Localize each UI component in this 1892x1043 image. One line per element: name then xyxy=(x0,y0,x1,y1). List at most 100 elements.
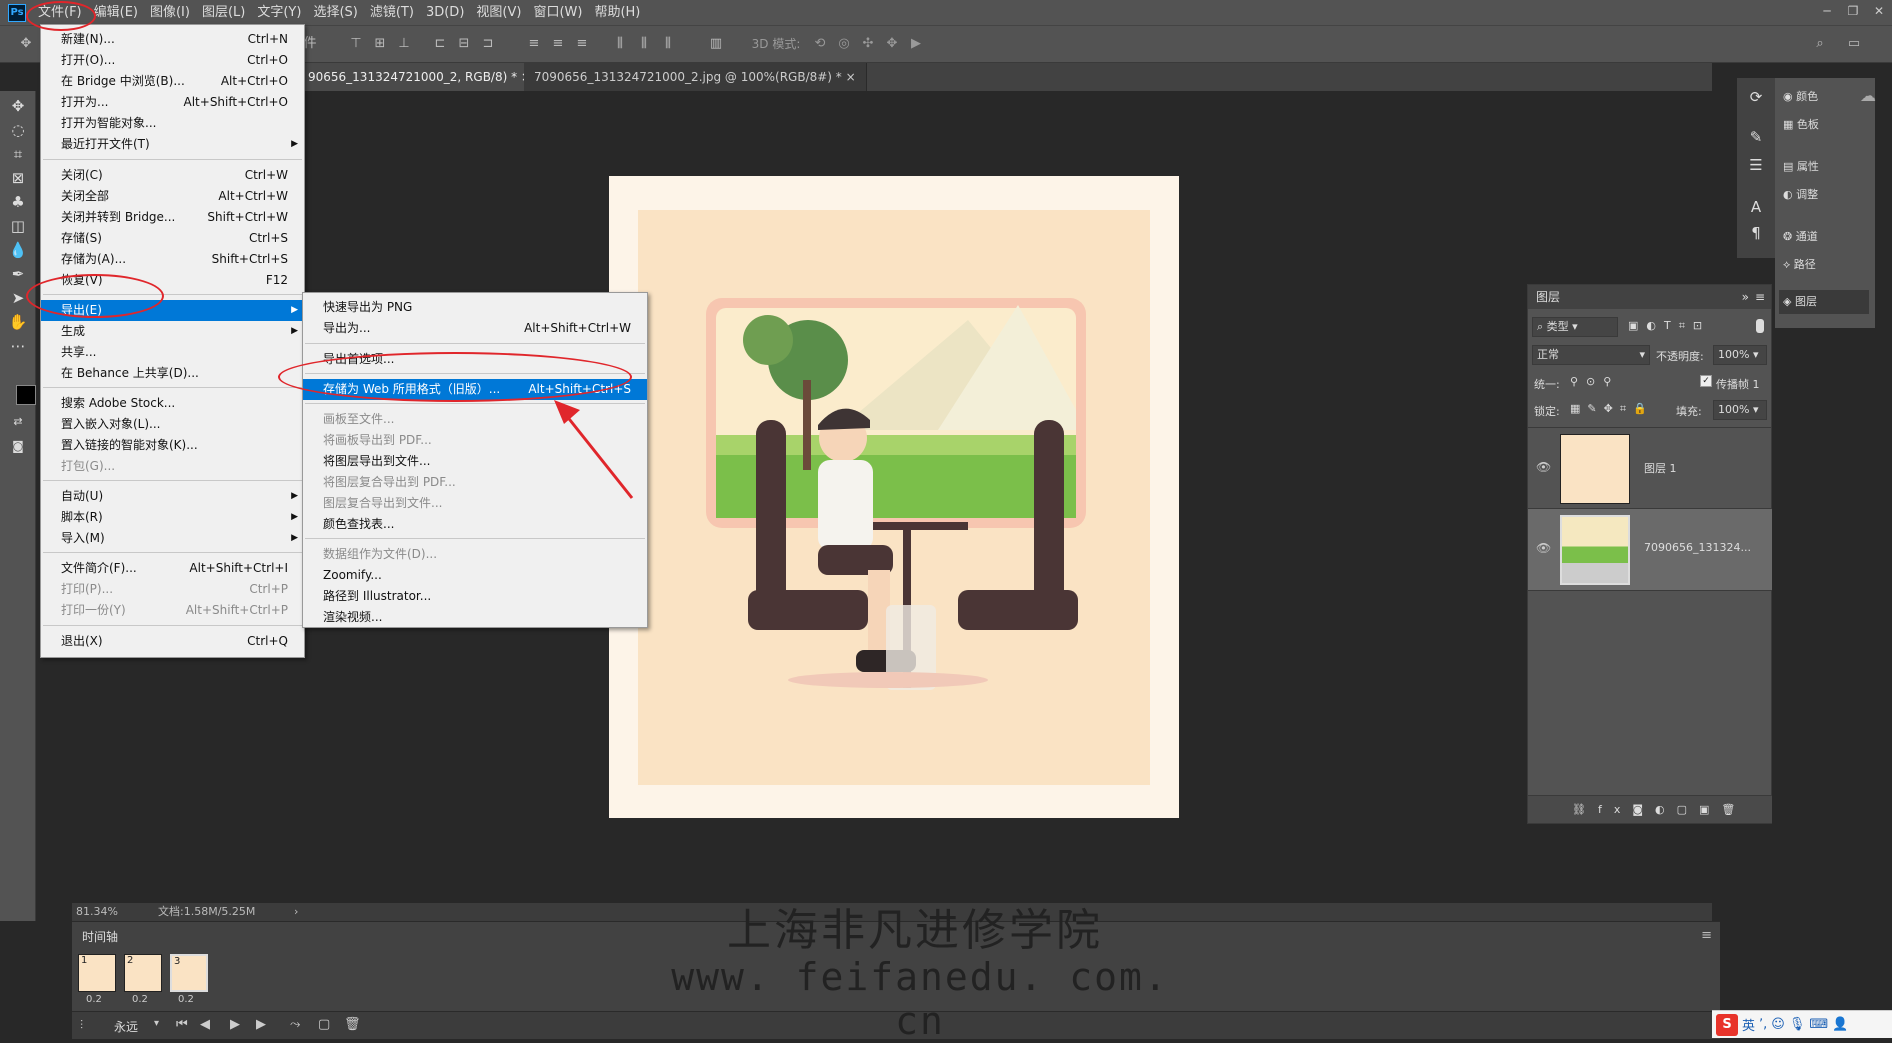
ime-mic-icon[interactable]: 🎙 xyxy=(1789,1017,1806,1032)
frame-delay[interactable]: 0.2 xyxy=(178,994,194,1005)
collapse-icon[interactable]: » xyxy=(1742,285,1749,309)
frame-delay[interactable]: 0.2 xyxy=(86,994,102,1005)
tab-document-2[interactable]: 7090656_131324721000_2.jpg @ 100%(RGB/8#… xyxy=(524,63,867,91)
play-icon[interactable]: ▶ xyxy=(230,1017,240,1032)
file-menu-item-20[interactable]: 自动(U) ▶ xyxy=(41,486,304,507)
ime-punct-icon[interactable]: ʼ, xyxy=(1759,1017,1767,1032)
menu-9[interactable]: 窗口(W) xyxy=(527,0,588,25)
prev-frame-icon[interactable]: ◀ xyxy=(200,1017,210,1032)
panel-swatches[interactable]: ▦ 色板 xyxy=(1783,116,1819,132)
workspace-icon[interactable]: ▭ xyxy=(1846,36,1862,52)
file-menu-item-6[interactable]: 关闭(C) Ctrl+W xyxy=(41,165,304,186)
file-menu-item-21[interactable]: 脚本(R) ▶ xyxy=(41,507,304,528)
align-bottom-icon[interactable]: ⊥ xyxy=(396,36,412,52)
menu-3[interactable]: 图层(L) xyxy=(196,0,251,25)
export-menu-item-11[interactable]: Zoomify... xyxy=(303,565,647,586)
lock-icons[interactable]: ▦✎✥⌗🔒 xyxy=(1570,402,1654,416)
export-menu-item-10[interactable]: 数据组作为文件(D)... xyxy=(303,544,647,565)
creative-cloud-icon[interactable]: ☁ xyxy=(1860,86,1876,105)
file-menu-item-9[interactable]: 存储(S) Ctrl+S xyxy=(41,228,304,249)
layer-row-2[interactable]: 👁 7090656_131324... xyxy=(1528,509,1772,591)
file-menu-item-0[interactable]: 新建(N)... Ctrl+N xyxy=(41,29,304,50)
eye-icon[interactable]: 👁 xyxy=(1536,541,1551,555)
3d-rotate-icon[interactable]: ⟲ xyxy=(812,36,828,52)
pen-tool-icon[interactable]: ✒ xyxy=(6,263,30,285)
file-menu-item-19[interactable]: 打包(G)... xyxy=(41,456,304,477)
file-menu-item-18[interactable]: 置入链接的智能对象(K)... xyxy=(41,435,304,456)
next-frame-icon[interactable]: ▶ xyxy=(256,1017,266,1032)
file-menu-item-15[interactable]: 在 Behance 上共享(D)... xyxy=(41,363,304,384)
3d-slide-icon[interactable]: ✥ xyxy=(884,36,900,52)
opacity-input[interactable]: 100% ▾ xyxy=(1713,345,1767,365)
unify-icons[interactable]: ⚲⊙⚲ xyxy=(1570,375,1619,388)
menu-8[interactable]: 视图(V) xyxy=(470,0,527,25)
distribute-left-icon[interactable]: ⫼ xyxy=(612,36,628,52)
file-menu-item-14[interactable]: 共享... xyxy=(41,342,304,363)
auto-align-icon[interactable]: ▥ xyxy=(708,36,724,52)
search-icon[interactable]: ⌕ xyxy=(1812,36,1828,52)
lasso-tool-icon[interactable]: ◌ xyxy=(6,119,30,141)
sogou-logo-icon[interactable]: S xyxy=(1716,1013,1738,1036)
file-menu-item-2[interactable]: 在 Bridge 中浏览(B)... Alt+Ctrl+O xyxy=(41,71,304,92)
layers-footer-icons[interactable]: ⛓fx◙◐▢▣🗑 xyxy=(1572,803,1747,816)
distribute-bottom-icon[interactable]: ≡ xyxy=(574,36,590,52)
align-vcenter-icon[interactable]: ⊞ xyxy=(372,36,388,52)
frame-tool-icon[interactable]: ⊠ xyxy=(6,167,30,189)
hand-tool-icon[interactable]: ✋ xyxy=(6,311,30,333)
export-menu-item-13[interactable]: 渲染视频... xyxy=(303,607,647,628)
ime-keyboard-icon[interactable]: ⌨ xyxy=(1809,1017,1828,1032)
ime-language[interactable]: 英 xyxy=(1742,1015,1755,1034)
more-tools-icon[interactable]: ⋯ xyxy=(6,335,30,357)
menu-6[interactable]: 滤镜(T) xyxy=(364,0,420,25)
brush-presets-icon[interactable]: ☰ xyxy=(1744,154,1768,176)
file-menu-item-25[interactable]: 打印一份(Y) Alt+Shift+Ctrl+P xyxy=(41,600,304,621)
chevron-down-icon[interactable]: ▾ xyxy=(154,1018,159,1029)
menu-10[interactable]: 帮助(H) xyxy=(588,0,646,25)
duplicate-frame-icon[interactable]: ▢ xyxy=(318,1017,330,1032)
tween-icon[interactable]: ⤳ xyxy=(290,1017,300,1032)
restore-icon[interactable]: ❐ xyxy=(1840,0,1866,22)
move-tool-icon[interactable]: ✥ xyxy=(18,36,34,52)
align-top-icon[interactable]: ⊤ xyxy=(348,36,364,52)
ime-user-icon[interactable]: 👤 xyxy=(1832,1017,1848,1032)
first-frame-icon[interactable]: ⏮ xyxy=(176,1017,188,1032)
menu-2[interactable]: 图像(I) xyxy=(144,0,196,25)
history-icon[interactable]: ⟳ xyxy=(1744,86,1768,108)
file-menu-item-23[interactable]: 文件简介(F)... Alt+Shift+Ctrl+I xyxy=(41,558,304,579)
3d-roll-icon[interactable]: ◎ xyxy=(836,36,852,52)
distribute-vcenter-icon[interactable]: ≡ xyxy=(550,36,566,52)
export-menu-item-12[interactable]: 路径到 Illustrator... xyxy=(303,586,647,607)
file-menu-item-7[interactable]: 关闭全部 Alt+Ctrl+W xyxy=(41,186,304,207)
quick-mask-icon[interactable]: ◙ xyxy=(6,435,30,457)
distribute-hcenter-icon[interactable]: ⫼ xyxy=(636,36,652,52)
panel-layers[interactable]: ◈ 图层 xyxy=(1779,290,1869,314)
filter-icons[interactable]: ▣◐T⌗⊡ xyxy=(1628,319,1710,333)
timeline-frame[interactable]: 2 xyxy=(124,954,162,992)
timeline-frame[interactable]: 3 xyxy=(170,954,208,992)
eye-icon[interactable]: 👁 xyxy=(1536,460,1551,474)
menu-5[interactable]: 选择(S) xyxy=(307,0,363,25)
panel-color[interactable]: ◉ 颜色 xyxy=(1783,88,1818,104)
close-icon[interactable]: ✕ xyxy=(1866,0,1892,22)
file-menu-item-24[interactable]: 打印(P)... Ctrl+P xyxy=(41,579,304,600)
3d-drag-icon[interactable]: ✣ xyxy=(860,36,876,52)
move-tool-icon[interactable]: ✥ xyxy=(6,95,30,117)
ime-emoji-icon[interactable]: ☺ xyxy=(1771,1017,1785,1032)
tab-close-icon[interactable]: × xyxy=(846,70,856,84)
character-icon[interactable]: A xyxy=(1744,196,1768,218)
distribute-right-icon[interactable]: ⫼ xyxy=(660,36,676,52)
convert-timeline-icon[interactable]: ⫶ xyxy=(80,1018,83,1033)
file-menu-item-26[interactable]: 退出(X) Ctrl+Q xyxy=(41,631,304,652)
fill-input[interactable]: 100% ▾ xyxy=(1713,400,1767,420)
panel-adjustments[interactable]: ◐ 调整 xyxy=(1783,186,1818,202)
zoom-level[interactable]: 81.34% xyxy=(76,903,118,921)
layer-name[interactable]: 7090656_131324... xyxy=(1644,541,1751,554)
file-menu-item-8[interactable]: 关闭并转到 Bridge... Shift+Ctrl+W xyxy=(41,207,304,228)
blend-mode-select[interactable]: 正常 ▾ xyxy=(1532,345,1650,365)
delete-frame-icon[interactable]: 🗑 xyxy=(344,1017,361,1032)
menu-7[interactable]: 3D(D) xyxy=(420,0,470,25)
filter-toggle[interactable] xyxy=(1756,319,1764,333)
minimize-icon[interactable]: ─ xyxy=(1814,0,1840,22)
swap-colors-icon[interactable]: ⇄ xyxy=(6,411,30,433)
layer-row-1[interactable]: 👁 图层 1 xyxy=(1528,427,1772,509)
